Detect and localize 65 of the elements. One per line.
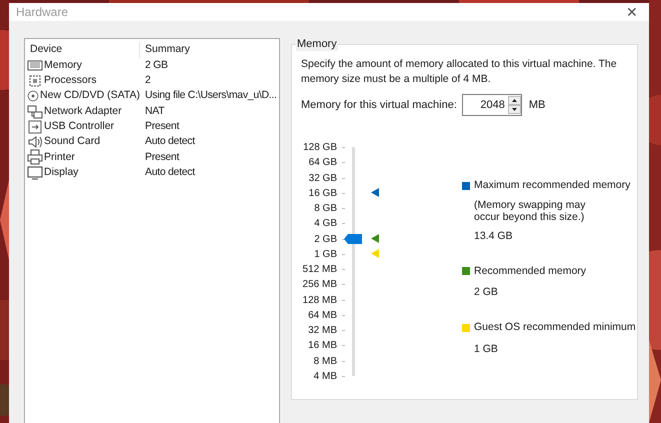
scale-label: 128 GB <box>303 141 337 156</box>
scale-label: 512 MB <box>302 263 337 278</box>
device-row[interactable]: Processors 2 <box>25 73 279 89</box>
device-summary: Using file C:\Users\mav_u\D... <box>144 88 277 104</box>
scale-label: 64 MB <box>308 308 337 323</box>
legend-label: Recommended memory <box>474 264 586 278</box>
usb-icon <box>27 118 43 135</box>
scale-label: 8 GB <box>314 202 337 216</box>
group-title: Memory <box>296 37 338 51</box>
scale-label: 256 MB <box>302 278 337 292</box>
device-name: New CD/DVD (SATA) <box>40 88 140 104</box>
device-summary: Auto detect <box>144 134 195 150</box>
device-summary: NAT <box>144 104 164 119</box>
scale-label: 8 MB <box>314 354 337 369</box>
device-name: Printer <box>44 150 75 165</box>
slider-track[interactable] <box>344 147 380 376</box>
network-icon <box>27 104 43 120</box>
window-title: Hardware <box>16 4 68 21</box>
device-name: Network Adapter <box>44 104 122 119</box>
device-summary: Present <box>144 150 180 165</box>
speaker-icon <box>27 134 43 150</box>
memory-spin-field[interactable]: 2048 <box>462 94 522 116</box>
scale-label: 64 GB <box>308 156 337 170</box>
device-summary: Auto detect <box>144 164 195 180</box>
device-name: Memory <box>44 58 82 73</box>
legend-value: 2 GB <box>474 285 499 300</box>
device-name: Display <box>44 164 78 180</box>
device-row[interactable]: New CD/DVD (SATA) Using file C:\Users\mav_u\D... <box>25 88 279 104</box>
scale-label: 4 MB <box>314 370 337 384</box>
printer-icon <box>27 149 43 166</box>
column-header[interactable]: Summary <box>140 42 190 58</box>
scale-label: 16 MB <box>308 339 337 354</box>
legend-note: (Memory swapping may occur beyond this size.) <box>474 198 586 223</box>
device-name: Processors <box>44 73 97 88</box>
device-row[interactable]: Printer Present <box>25 150 279 166</box>
field-label: Memory for this virtual machine: <box>301 98 457 113</box>
close-button[interactable]: ✕ <box>626 5 638 19</box>
scale-label: 32 MB <box>308 324 337 338</box>
chip-icon <box>27 72 43 89</box>
description-text: Specify the amount of memory allocated to this virtual machine. The memory size must be a multiple of 4 MB. <box>301 57 618 87</box>
device-summary: 2 <box>144 73 151 88</box>
slider-thumb[interactable] <box>344 234 362 244</box>
device-row[interactable]: USB Controller Present <box>25 119 279 134</box>
legend-label: Maximum recommended memory <box>474 178 630 193</box>
legend-label: Guest OS recommended minimum <box>474 320 636 335</box>
scale-label: 128 MB <box>302 294 337 308</box>
device-name: USB Controller <box>44 118 114 134</box>
device-row[interactable]: Memory 2 GB <box>25 58 279 74</box>
scale-label: 16 GB <box>308 186 337 201</box>
device-summary: Present <box>144 118 180 134</box>
legend-value: 13.4 GB <box>474 228 514 244</box>
monitor-icon <box>27 164 43 181</box>
scale-label: 4 GB <box>314 217 337 232</box>
legend-value: 1 GB <box>474 342 499 357</box>
scale-label: 1 GB <box>314 248 337 262</box>
scale-label: 2 GB <box>314 232 337 247</box>
device-summary: 2 GB <box>144 58 168 73</box>
device-row[interactable]: Sound Card Auto detect <box>25 134 279 150</box>
column-header[interactable]: Device <box>25 42 140 58</box>
unit-label: MB <box>528 98 546 113</box>
device-name: Sound Card <box>44 134 100 150</box>
scale-label: 32 GB <box>308 172 337 186</box>
device-row[interactable]: Display Auto detect <box>25 165 279 180</box>
spin-arrows-icon[interactable] <box>508 96 521 114</box>
device-row[interactable]: Network Adapter NAT <box>25 104 279 120</box>
